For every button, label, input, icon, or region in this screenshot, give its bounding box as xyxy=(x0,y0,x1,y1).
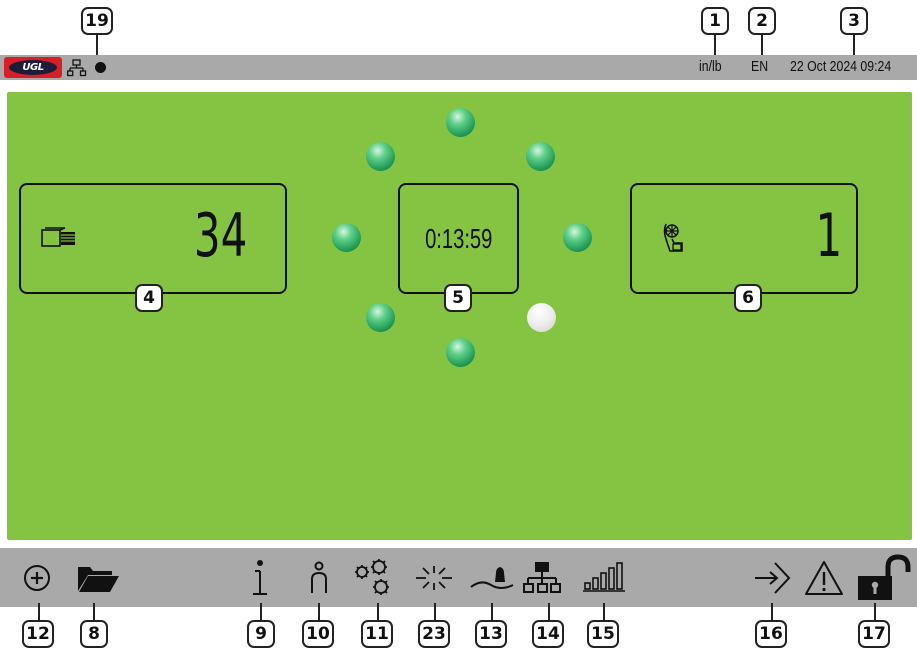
network-icon xyxy=(523,561,561,593)
callout-13: 13 xyxy=(475,620,507,648)
warning-button[interactable] xyxy=(802,548,846,607)
bottom-toolbar xyxy=(0,548,917,607)
callout-11: 11 xyxy=(361,620,393,648)
callout-10: 10 xyxy=(302,620,334,648)
callout-12: 12 xyxy=(22,620,54,648)
brand-logo: UGL xyxy=(4,57,62,78)
units-indicator[interactable]: in/lb xyxy=(699,58,722,75)
callout-23: 23 xyxy=(418,620,450,648)
indicator-led xyxy=(332,223,361,252)
callout-leader xyxy=(548,603,550,620)
signal-button[interactable] xyxy=(580,548,628,607)
indicator-led xyxy=(563,223,592,252)
callout-9: 9 xyxy=(247,620,275,648)
callout-17: 17 xyxy=(858,620,890,648)
callout-leader xyxy=(853,35,855,55)
parts-stack-icon xyxy=(41,227,75,247)
cycle-time-value: 0:13:59 xyxy=(424,222,493,254)
parts-counter[interactable]: 34 xyxy=(19,183,287,294)
indicator-led xyxy=(366,303,395,332)
open-folder-button[interactable] xyxy=(74,548,122,607)
indicator-led xyxy=(446,108,475,137)
folder-icon xyxy=(78,566,119,592)
callout-8: 8 xyxy=(80,620,108,648)
callout-leader xyxy=(434,603,436,620)
callout-leader xyxy=(771,603,773,620)
warning-icon xyxy=(805,560,843,595)
spindle-icon xyxy=(663,223,683,252)
callout-3: 3 xyxy=(840,7,868,35)
callout-19: 19 xyxy=(81,7,113,35)
operator-icon xyxy=(311,561,327,593)
add-icon xyxy=(24,564,50,591)
info-icon xyxy=(253,559,267,595)
info-button[interactable] xyxy=(243,548,277,607)
level-icon xyxy=(470,566,514,589)
callout-15: 15 xyxy=(587,620,619,648)
signal-icon xyxy=(583,561,625,592)
callout-1: 1 xyxy=(701,7,729,35)
cycle-timer[interactable]: 0:13:59 xyxy=(398,183,519,294)
callout-leader xyxy=(491,603,493,620)
callout-leader xyxy=(761,35,763,55)
indicator-led xyxy=(446,338,475,367)
callout-14: 14 xyxy=(532,620,564,648)
lock-button[interactable] xyxy=(855,548,913,607)
network-button[interactable] xyxy=(522,548,562,607)
callout-leader xyxy=(603,603,605,620)
operator-button[interactable] xyxy=(302,548,336,607)
parts-count-value: 34 xyxy=(193,201,247,271)
callout-leader xyxy=(377,603,379,620)
spindle-counter[interactable]: 1 xyxy=(630,183,858,294)
callout-leader xyxy=(714,35,716,55)
callout-leader xyxy=(874,603,876,620)
callout-16: 16 xyxy=(755,620,787,648)
network-icon xyxy=(67,59,87,77)
login-button[interactable] xyxy=(750,548,794,607)
callout-leader xyxy=(93,603,95,620)
callout-5: 5 xyxy=(444,284,472,312)
settings-button[interactable] xyxy=(350,548,400,607)
date-time: 22 Oct 2024 09:24 xyxy=(790,58,892,75)
status-bar: UGL in/lb EN 22 Oct 2024 09:24 xyxy=(0,55,917,80)
light-button[interactable] xyxy=(412,548,456,607)
indicator-led xyxy=(526,142,555,171)
spindle-count-value: 1 xyxy=(815,201,842,271)
add-button[interactable] xyxy=(16,548,58,607)
unlock-icon xyxy=(858,553,911,600)
level-button[interactable] xyxy=(468,548,516,607)
login-icon xyxy=(755,561,791,594)
indicator-led xyxy=(366,142,395,171)
settings-icon xyxy=(355,558,389,595)
light-icon xyxy=(416,565,452,590)
callout-leader xyxy=(260,603,262,620)
callout-leader xyxy=(318,603,320,620)
callout-leader xyxy=(38,603,40,620)
callout-leader xyxy=(96,35,98,55)
indicator-led xyxy=(527,303,556,332)
language-indicator[interactable]: EN xyxy=(751,58,768,75)
callout-2: 2 xyxy=(748,7,776,35)
connection-status-dot xyxy=(95,62,106,73)
main-panel: 34 0:13:59 1 4 5 6 xyxy=(7,92,912,540)
callout-4: 4 xyxy=(135,284,163,312)
callout-6: 6 xyxy=(734,284,762,312)
